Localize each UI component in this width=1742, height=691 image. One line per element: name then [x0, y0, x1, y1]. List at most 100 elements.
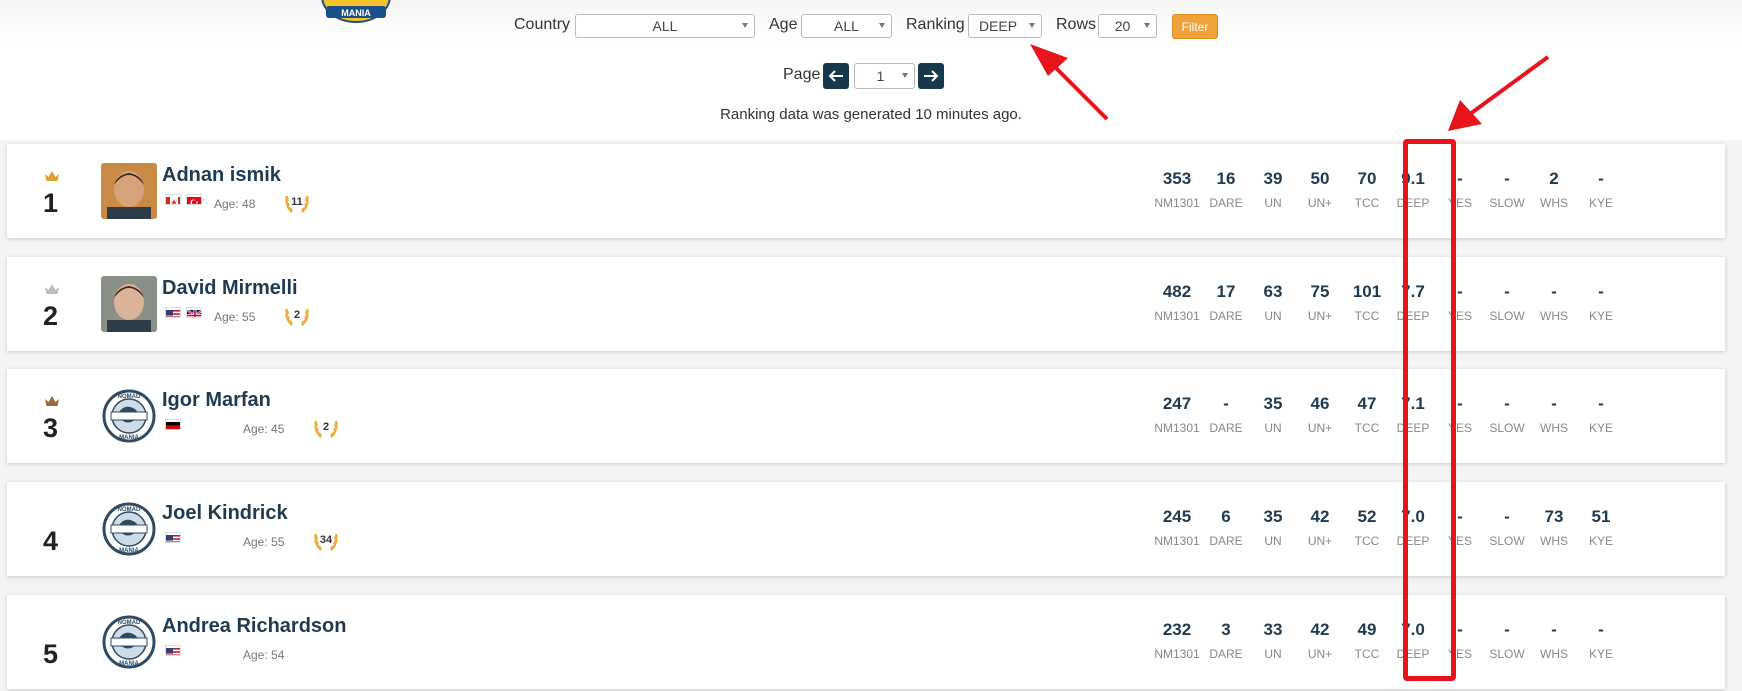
stat-label: DARE — [1209, 647, 1243, 661]
rank-number: 5 — [43, 639, 59, 669]
stat-un[interactable]: 35 UN — [1249, 506, 1297, 548]
next-page-button[interactable] — [918, 63, 944, 89]
flag-ca-icon — [165, 194, 181, 205]
prev-page-button[interactable] — [823, 63, 849, 89]
avatar[interactable] — [101, 163, 157, 219]
stat-value: 33 — [1263, 620, 1283, 639]
stat-label: UN+ — [1307, 421, 1333, 435]
player-name-link[interactable]: David Mirmelli — [162, 277, 298, 300]
stat-tcc[interactable]: 70 TCC — [1343, 168, 1391, 210]
country-select-value: ALL — [652, 18, 678, 34]
stat-value: - — [1551, 282, 1557, 301]
stat-whs[interactable]: 2 WHS — [1530, 168, 1578, 210]
stat-tcc[interactable]: 101 TCC — [1343, 281, 1391, 323]
country-select[interactable]: ALL — [575, 14, 755, 38]
ranking-card[interactable]: 2 David Mirmelli Age: 55 2 482 NM1301 17 DARE 63… — [7, 257, 1725, 351]
player-name-link[interactable]: Andrea Richardson — [162, 615, 346, 638]
laurel-badge-icon[interactable]: 2 — [283, 301, 311, 329]
age-select[interactable]: ALL — [801, 14, 892, 38]
stat-tcc[interactable]: 49 TCC — [1343, 619, 1391, 661]
stat-un-plus[interactable]: 50 UN+ — [1296, 168, 1344, 210]
stat-label: NM1301 — [1154, 647, 1200, 661]
stat-dare[interactable]: 16 DARE — [1202, 168, 1250, 210]
svg-text:MANIA: MANIA — [119, 435, 139, 441]
chevron-down-icon — [902, 73, 908, 78]
stat-dare[interactable]: 3 DARE — [1202, 619, 1250, 661]
player-name-link[interactable]: Igor Marfan — [162, 389, 271, 412]
filter-button[interactable]: Filter — [1172, 14, 1218, 39]
laurel-badge-icon[interactable]: 2 — [312, 413, 340, 441]
ranking-card[interactable]: 4 NOMAD MANIA Joel Kindrick Age: 55 34 245 NM13… — [7, 482, 1725, 576]
rows-select-value: 20 — [1114, 18, 1131, 34]
stat-whs[interactable]: 73 WHS — [1530, 506, 1578, 548]
stat-slow[interactable]: - SLOW — [1483, 168, 1531, 210]
stat-slow[interactable]: - SLOW — [1483, 281, 1531, 323]
svg-text:MANIA: MANIA — [341, 8, 371, 18]
stat-slow[interactable]: - SLOW — [1483, 393, 1531, 435]
stat-tcc[interactable]: 47 TCC — [1343, 393, 1391, 435]
laurel-badge-icon[interactable]: 11 — [283, 188, 311, 216]
stat-kye[interactable]: - KYE — [1577, 168, 1625, 210]
stat-whs[interactable]: - WHS — [1530, 393, 1578, 435]
stat-value: 63 — [1263, 282, 1283, 301]
stat-slow[interactable]: - SLOW — [1483, 506, 1531, 548]
stat-value: 52 — [1357, 507, 1377, 526]
stat-label: KYE — [1588, 647, 1613, 661]
stat-kye[interactable]: 51 KYE — [1577, 506, 1625, 548]
age-text: Age: 55 — [243, 535, 285, 549]
stat-un[interactable]: 39 UN — [1249, 168, 1297, 210]
page-select[interactable]: 1 — [854, 63, 915, 89]
avatar[interactable]: NOMAD MANIA — [101, 614, 157, 670]
ranking-card[interactable]: 3 NOMAD MANIA Igor Marfan Age: 45 2 247 NM1301-… — [7, 369, 1725, 463]
ranking-card[interactable]: 1 Adnan ismik Age: 48 11 353 NM1301 16 DARE 39 UN… — [7, 144, 1725, 238]
avatar[interactable]: NOMAD MANIA — [101, 388, 157, 444]
site-logo[interactable]: MANIA — [318, 0, 394, 24]
stat-kye[interactable]: - KYE — [1577, 619, 1625, 661]
stat-label: UN — [1264, 534, 1282, 548]
laurel-badge-icon[interactable]: 34 — [312, 526, 340, 554]
stat-tcc[interactable]: 52 TCC — [1343, 506, 1391, 548]
rank-number: 4 — [43, 526, 59, 556]
stat-un[interactable]: 63 UN — [1249, 281, 1297, 323]
ranking-select[interactable]: DEEP — [968, 14, 1042, 38]
page-label: Page — [783, 66, 821, 83]
arrow-left-icon — [828, 70, 843, 82]
stat-label: DARE — [1209, 309, 1243, 323]
chevron-down-icon — [1144, 23, 1150, 28]
stat-kye[interactable]: - KYE — [1577, 281, 1625, 323]
stat-label: UN+ — [1307, 534, 1333, 548]
player-name-link[interactable]: Joel Kindrick — [162, 502, 288, 525]
stat-nm1301[interactable]: 245 NM1301 — [1153, 506, 1201, 548]
stat-kye[interactable]: - KYE — [1577, 393, 1625, 435]
page-select-value: 1 — [876, 68, 885, 84]
avatar[interactable] — [101, 276, 157, 332]
crown-icon — [45, 396, 59, 406]
stat-dare[interactable]: 17 DARE — [1202, 281, 1250, 323]
ranking-card[interactable]: 5 NOMAD MANIA Andrea Richardson Age: 54 232 NM… — [7, 595, 1725, 689]
stat-un-plus[interactable]: 42 UN+ — [1296, 619, 1344, 661]
stat-whs[interactable]: - WHS — [1530, 619, 1578, 661]
stat-nm1301[interactable]: 353 NM1301 — [1153, 168, 1201, 210]
stat-slow[interactable]: - SLOW — [1483, 619, 1531, 661]
rows-select[interactable]: 20 — [1098, 14, 1157, 38]
stat-un[interactable]: 35 UN — [1249, 393, 1297, 435]
player-name-link[interactable]: Adnan ismik — [162, 164, 281, 187]
age-text: Age: 48 — [214, 197, 256, 211]
stat-un[interactable]: 33 UN — [1249, 619, 1297, 661]
stat-label: KYE — [1588, 421, 1613, 435]
avatar[interactable]: NOMAD MANIA — [101, 501, 157, 557]
age-text: Age: 54 — [243, 648, 285, 662]
stat-nm1301[interactable]: 232 NM1301 — [1153, 619, 1201, 661]
stat-dare[interactable]: 6 DARE — [1202, 506, 1250, 548]
stat-label: UN+ — [1307, 647, 1333, 661]
stat-un-plus[interactable]: 46 UN+ — [1296, 393, 1344, 435]
stat-dare[interactable]: - DARE — [1202, 393, 1250, 435]
stat-un-plus[interactable]: 42 UN+ — [1296, 506, 1344, 548]
stat-nm1301[interactable]: 482 NM1301 — [1153, 281, 1201, 323]
stat-label: DARE — [1209, 421, 1243, 435]
stat-whs[interactable]: - WHS — [1530, 281, 1578, 323]
stat-label: UN — [1264, 421, 1282, 435]
rank-number: 1 — [43, 188, 59, 218]
stat-un-plus[interactable]: 75 UN+ — [1296, 281, 1344, 323]
stat-nm1301[interactable]: 247 NM1301 — [1153, 393, 1201, 435]
